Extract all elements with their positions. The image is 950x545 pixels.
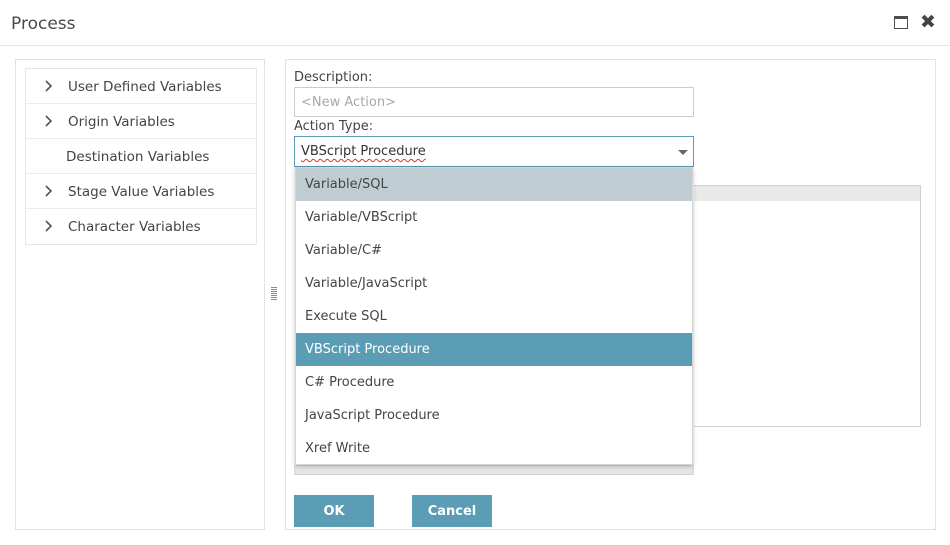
dropdown-option[interactable]: Execute SQL <box>296 300 692 333</box>
caret-down-icon <box>678 150 688 155</box>
action-type-label: Action Type: <box>294 119 374 134</box>
dialog-titlebar: Process ✖ <box>0 0 950 46</box>
window-maximize-icon[interactable] <box>893 15 909 31</box>
tree-item-stage-value-variables[interactable]: Stage Value Variables <box>26 174 256 209</box>
tree-item-label: Character Variables <box>68 219 201 235</box>
dropdown-option[interactable]: VBScript Procedure <box>296 333 692 366</box>
tree-item-label: User Defined Variables <box>68 79 222 95</box>
chevron-right-icon <box>45 80 53 92</box>
tree-item-origin-variables[interactable]: Origin Variables <box>26 104 256 139</box>
close-icon[interactable]: ✖ <box>920 13 938 33</box>
chevron-right-icon <box>45 220 53 232</box>
tree-item-character-variables[interactable]: Character Variables <box>26 209 256 244</box>
chevron-right-icon <box>45 185 53 197</box>
description-label: Description: <box>294 70 373 85</box>
action-type-dropdown-list: Variable/SQL Variable/VBScript Variable/… <box>295 167 693 465</box>
hidden-field-edge <box>294 465 694 475</box>
action-type-select[interactable]: VBScript Procedure <box>294 136 694 167</box>
tree-item-destination-variables[interactable]: Destination Variables <box>26 139 256 174</box>
dropdown-option[interactable]: JavaScript Procedure <box>296 399 692 432</box>
panel-splitter-handle[interactable] <box>271 287 277 301</box>
dropdown-option[interactable]: C# Procedure <box>296 366 692 399</box>
tree-item-label: Origin Variables <box>68 114 175 130</box>
tree-item-user-defined-variables[interactable]: User Defined Variables <box>26 69 256 104</box>
description-input[interactable] <box>294 87 694 117</box>
tree-item-label: Destination Variables <box>66 149 210 165</box>
variables-panel: User Defined Variables Origin Variables … <box>15 59 265 530</box>
dropdown-option[interactable]: Variable/SQL <box>296 168 692 201</box>
action-type-value: VBScript Procedure <box>301 144 426 159</box>
cancel-button[interactable]: Cancel <box>412 495 492 527</box>
tree-item-label: Stage Value Variables <box>68 184 215 200</box>
script-editor[interactable] <box>694 185 921 427</box>
script-editor-header <box>694 186 920 201</box>
dropdown-option[interactable]: Variable/C# <box>296 234 692 267</box>
dialog-title: Process <box>11 14 76 34</box>
ok-button[interactable]: OK <box>294 495 374 527</box>
dropdown-option[interactable]: Xref Write <box>296 432 692 465</box>
chevron-right-icon <box>45 115 53 127</box>
variables-tree: User Defined Variables Origin Variables … <box>25 68 257 245</box>
dropdown-option[interactable]: Variable/VBScript <box>296 201 692 234</box>
dropdown-option[interactable]: Variable/JavaScript <box>296 267 692 300</box>
